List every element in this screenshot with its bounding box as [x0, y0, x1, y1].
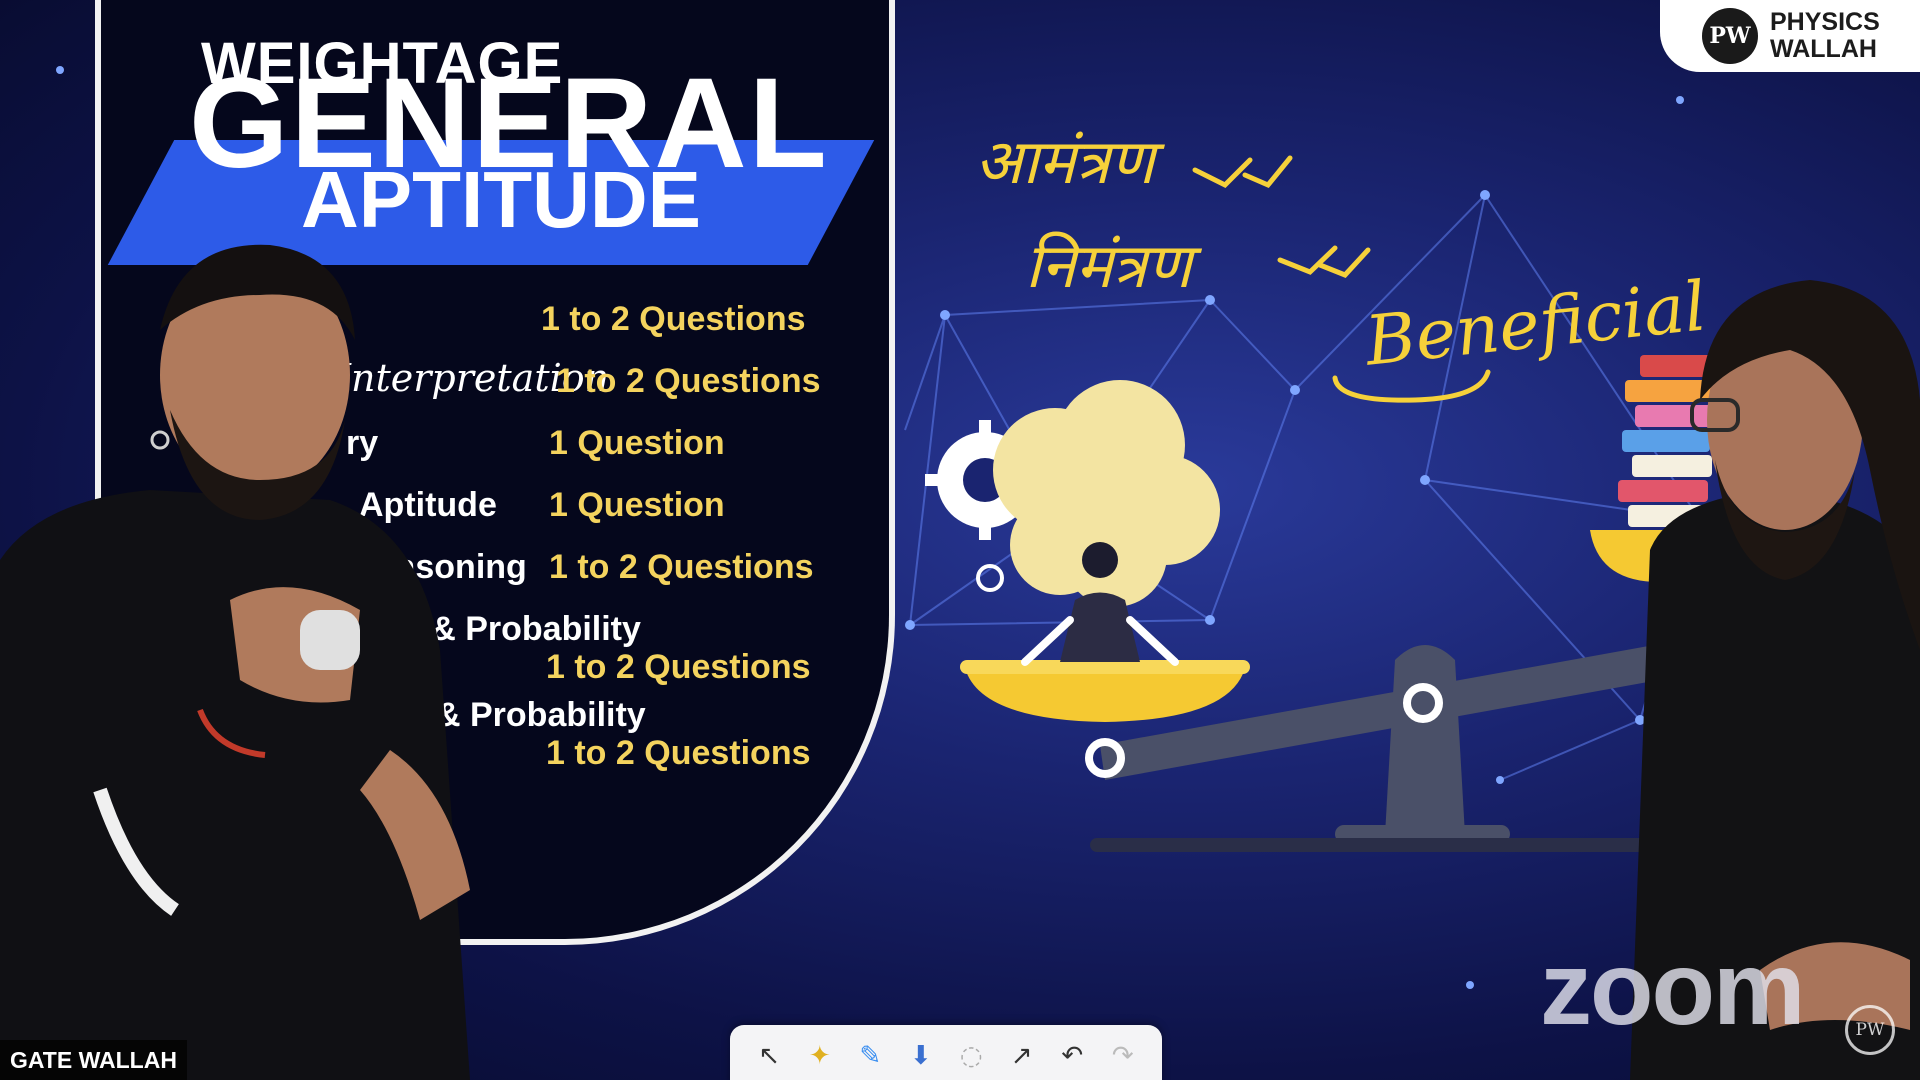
pw-corner-watermark-icon: PW: [1845, 1005, 1895, 1055]
brand-line-1: PHYSICS: [1770, 8, 1880, 36]
annotation-toolbar: ↖ ✦ ✎ ⬇ ◌ ↗ ↶ ↷: [730, 1025, 1162, 1080]
spotlight-tool-icon[interactable]: ✦: [800, 1036, 840, 1076]
zoom-watermark: zoom: [1540, 931, 1806, 1047]
brand-line-2: WALLAH: [1770, 35, 1877, 63]
arrow-tool-icon[interactable]: ↗: [1002, 1036, 1042, 1076]
pw-logo-icon: PW: [1702, 8, 1758, 64]
pen-tool-icon[interactable]: ✎: [850, 1036, 890, 1076]
presenter-left: [0, 244, 470, 1080]
physics-wallah-logo: PW PHYSICS WALLAH: [1660, 0, 1920, 72]
undo-tool-icon[interactable]: ↶: [1052, 1036, 1092, 1076]
brand-name: PHYSICS WALLAH: [1770, 9, 1880, 63]
stamp-tool-icon[interactable]: ⬇: [901, 1036, 941, 1076]
video-frame: WEIGHTAGE GENERAL APTITUDE 1 to 2 Questi…: [0, 0, 1920, 1080]
eraser-tool-icon[interactable]: ◌: [951, 1036, 991, 1076]
select-tool-icon[interactable]: ↖: [749, 1036, 789, 1076]
channel-label: GATE WALLAH: [0, 1040, 187, 1080]
hindi-annotation-nimantran: निमंत्रण: [1025, 229, 1192, 302]
redo-tool-icon[interactable]: ↷: [1103, 1036, 1143, 1076]
hindi-annotation-amantran: आमंत्रण: [975, 125, 1155, 198]
